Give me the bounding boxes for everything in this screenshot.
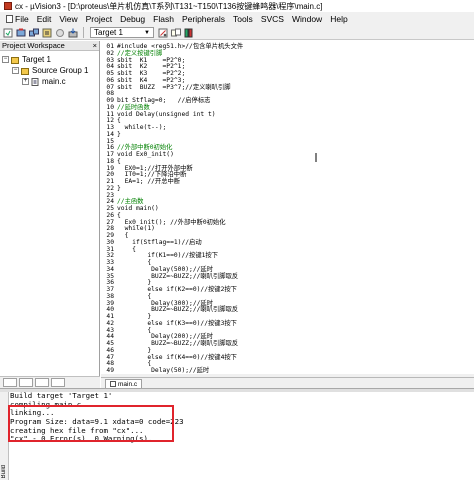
code-text: void main() (117, 205, 159, 212)
text-cursor-icon (315, 153, 317, 162)
expand-icon[interactable]: + (22, 78, 29, 85)
menu-help[interactable]: Help (326, 14, 351, 24)
menu-file[interactable]: File (2, 14, 33, 24)
target-select[interactable]: Target 1 ▼ (90, 27, 154, 38)
workspace-tabs (0, 376, 100, 388)
download-icon[interactable] (67, 27, 79, 39)
window-title-bar: cx - µVision3 - [D:\proteus\单片机仿真\T系列\T1… (0, 0, 474, 12)
code-text: } (117, 184, 121, 192)
code-text: } (117, 130, 121, 138)
tree-source-group-label: Source Group 1 (32, 66, 89, 75)
tab-templates[interactable] (51, 378, 65, 387)
target-select-value: Target 1 (94, 28, 123, 37)
toolbar-separator (83, 27, 84, 38)
menu-bar: File Edit View Project Debug Flash Perip… (0, 12, 474, 26)
build-toolbar: Target 1 ▼ (0, 26, 474, 40)
manage-books-icon[interactable] (183, 27, 195, 39)
menu-svcs[interactable]: SVCS (257, 14, 288, 24)
menu-edit[interactable]: Edit (33, 14, 56, 24)
uvision-app-icon (4, 2, 12, 10)
file-tab-label: main.c (118, 380, 138, 388)
window-title: cx - µVision3 - [D:\proteus\单片机仿真\T系列\T1… (15, 1, 323, 11)
collapse-icon[interactable]: − (12, 67, 19, 74)
code-editor[interactable]: 01 #include <reg51.h>//包含单片机头文件 02//定义按键引脚… (101, 41, 474, 374)
tree-target[interactable]: − Target 1 (2, 54, 99, 65)
file-extensions-icon[interactable] (170, 27, 182, 39)
menu-project[interactable]: Project (82, 14, 116, 24)
code-line: 07 sbit BUZZ =P3^7;//定义喇叭引脚 (101, 83, 231, 91)
menu-file-label: File (15, 14, 29, 24)
tab-functions[interactable] (35, 378, 49, 387)
tree-file-label: main.c (42, 77, 66, 86)
menu-flash[interactable]: Flash (149, 14, 178, 24)
output-window-label: Build (1, 464, 7, 478)
code-text: while(t--); (117, 124, 167, 131)
tree-file[interactable]: + main.c (2, 76, 99, 87)
collapse-icon[interactable]: − (2, 56, 9, 63)
menu-peripherals[interactable]: Peripherals (178, 14, 229, 24)
code-text: EA=1; //开总中断 (117, 178, 181, 185)
document-icon (6, 15, 13, 23)
code-text: void Ex0_init() (117, 151, 174, 158)
code-text: void Delay(unsigned int t) (117, 110, 216, 118)
menu-debug[interactable]: Debug (116, 14, 149, 24)
workspace-header: Project Workspace × (0, 41, 99, 51)
rebuild-icon[interactable] (28, 27, 40, 39)
file-tab-main-c[interactable]: main.c (105, 379, 143, 388)
tab-books[interactable] (19, 378, 33, 387)
project-tree: − Target 1 − Source Group 1 + main.c (0, 51, 99, 87)
menu-view[interactable]: View (55, 14, 81, 24)
menu-tools[interactable]: Tools (229, 14, 257, 24)
target-folder-icon (11, 56, 19, 64)
stop-build-icon[interactable] (54, 27, 66, 39)
workspace-title: Project Workspace (2, 41, 65, 50)
code-line: 49 Delay(50);//延时 (101, 367, 209, 374)
folder-icon (21, 67, 29, 75)
target-options-icon[interactable] (157, 27, 169, 39)
close-icon[interactable]: × (93, 41, 97, 50)
tree-source-group[interactable]: − Source Group 1 (2, 65, 99, 76)
code-text: Delay(50);//延时 (117, 367, 210, 374)
line-number: 49 (106, 367, 114, 374)
c-file-icon (31, 77, 39, 86)
batch-build-icon[interactable] (41, 27, 53, 39)
build-icon[interactable] (15, 27, 27, 39)
chevron-down-icon: ▼ (144, 29, 150, 36)
code-text: sbit BUZZ =P3^7;//定义喇叭引脚 (117, 83, 231, 91)
menu-window[interactable]: Window (288, 14, 326, 24)
build-result-highlight (8, 405, 174, 442)
tab-files[interactable] (3, 378, 17, 387)
project-workspace-panel: Project Workspace × − Target 1 − Source … (0, 41, 100, 388)
c-file-icon (110, 381, 116, 387)
tree-target-label: Target 1 (22, 55, 51, 64)
translate-icon[interactable] (2, 27, 14, 39)
editor-file-tabs: main.c (101, 377, 474, 388)
